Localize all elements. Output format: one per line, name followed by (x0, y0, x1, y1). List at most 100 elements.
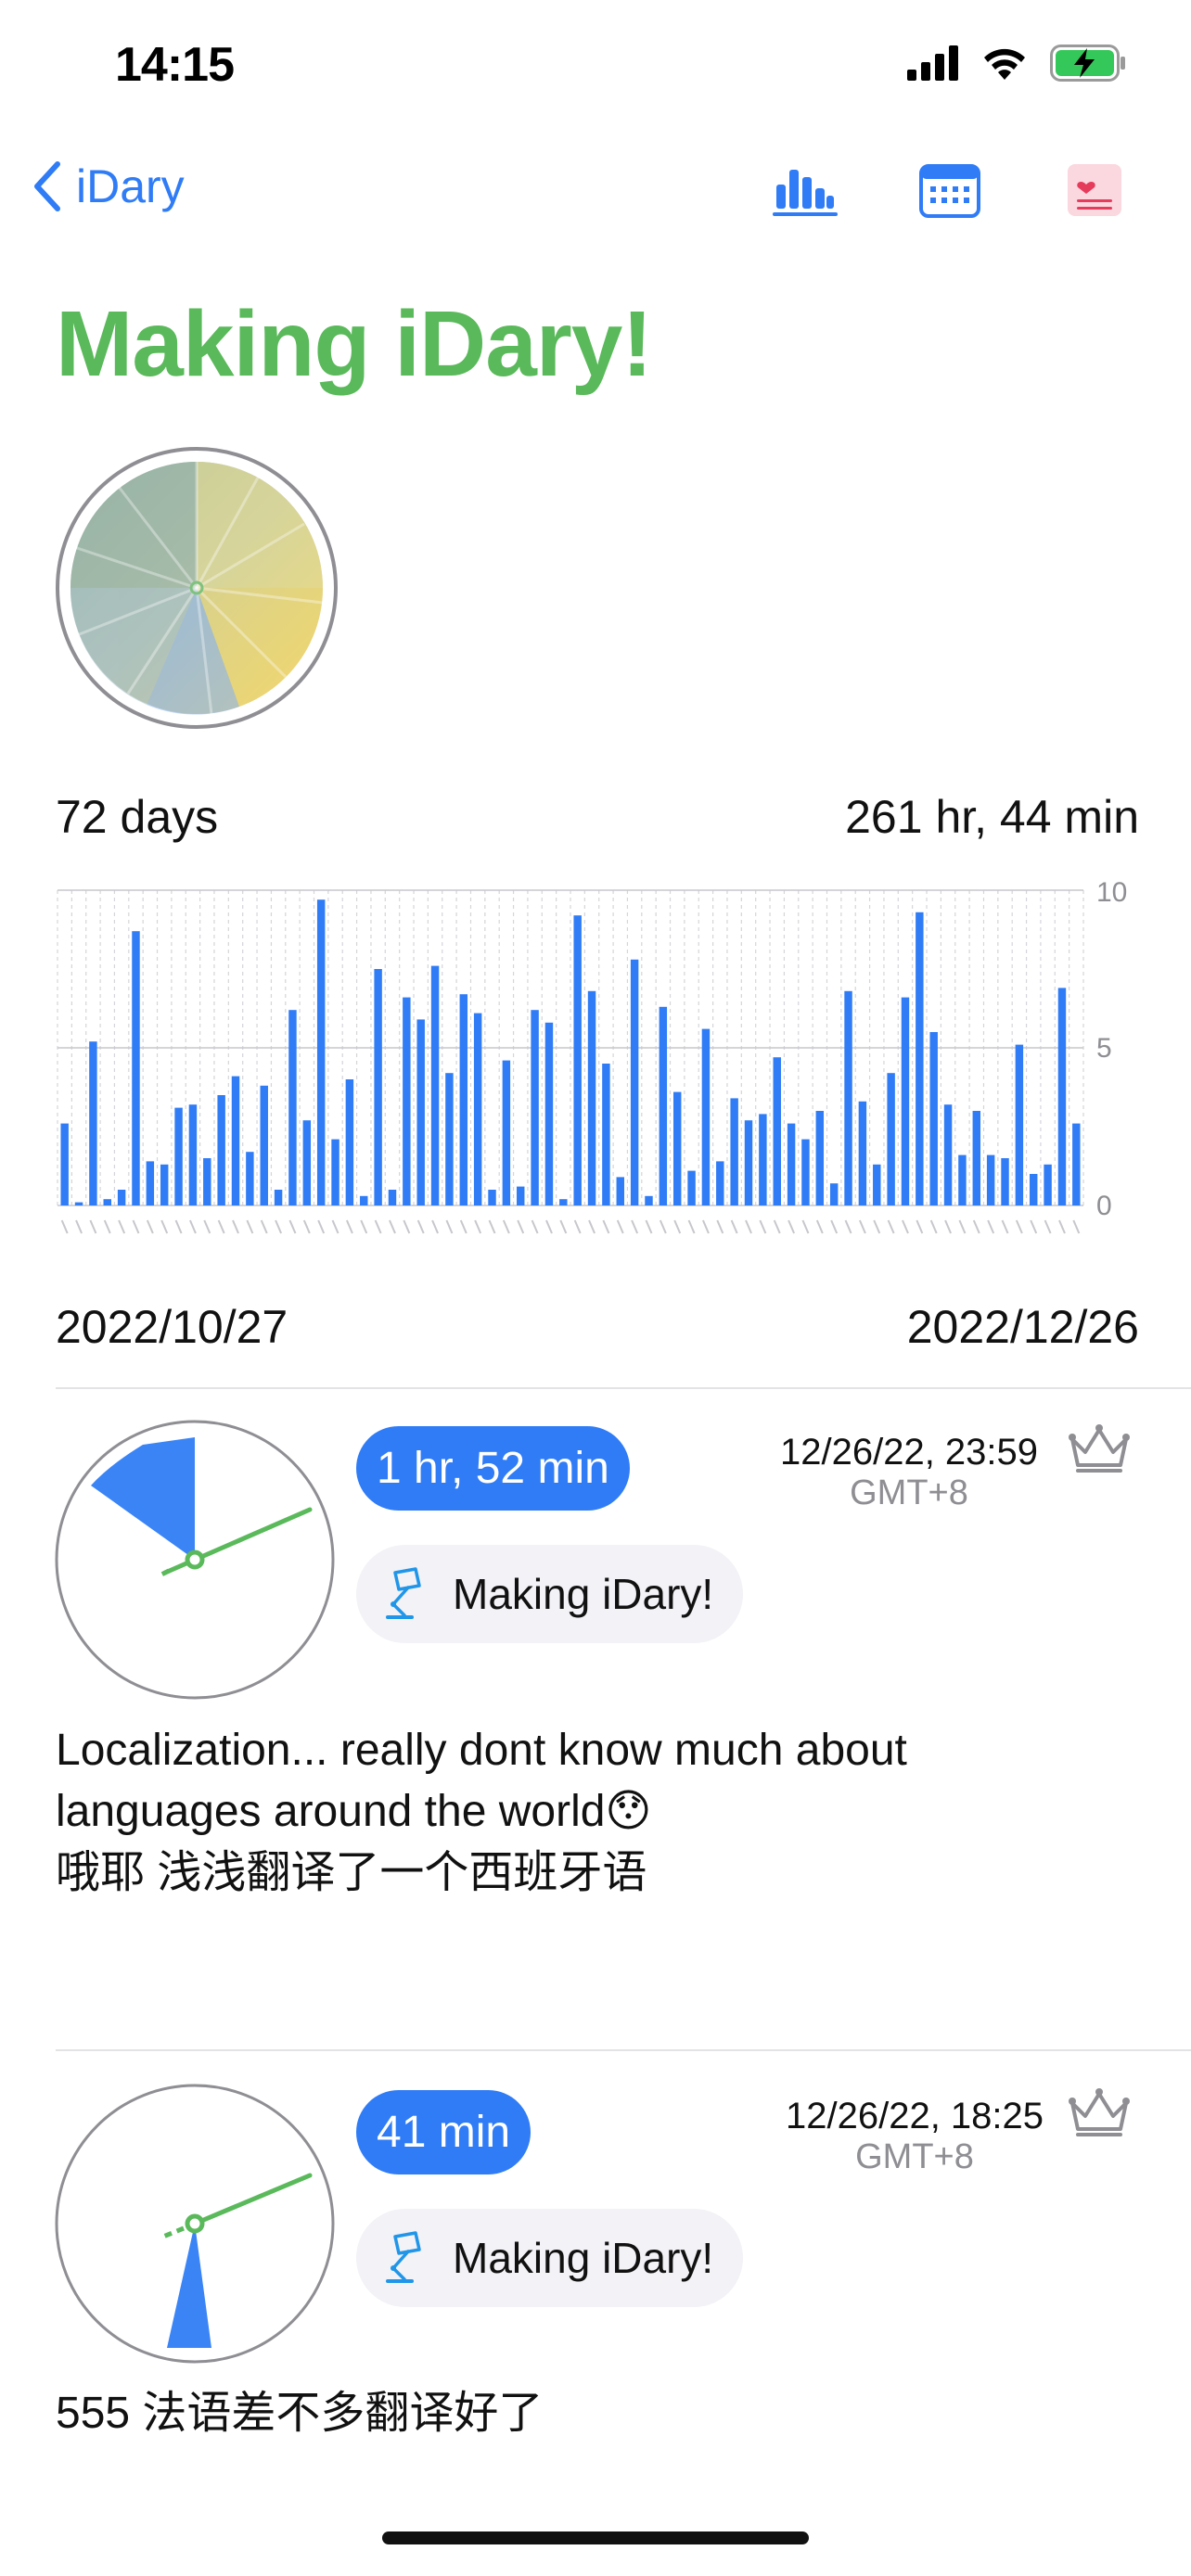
chart-x-tick (146, 1219, 154, 1234)
chart-x-tick (631, 1219, 639, 1234)
chart-bar (388, 1190, 397, 1205)
chart-bar (188, 1104, 198, 1205)
chart-x-tick (389, 1219, 396, 1234)
chart-x-tick (275, 1219, 283, 1234)
entry-datetime: 12/26/22, 18:25 GMT+8 (766, 2096, 1063, 2177)
home-indicator[interactable] (382, 2531, 809, 2544)
chart-x-tick (602, 1219, 610, 1234)
back-button[interactable]: iDary (32, 159, 185, 213)
entry-clock (54, 2083, 336, 2369)
chart-bar (744, 1120, 753, 1205)
chart-bar (929, 1032, 938, 1205)
chart-x-tick (1030, 1219, 1038, 1234)
chart-bar (1072, 1123, 1081, 1205)
chart-bar (986, 1154, 995, 1205)
chart-bar (416, 1019, 425, 1205)
chart-x-tick (232, 1219, 239, 1234)
chart-bar (716, 1161, 724, 1205)
page-title: Making iDary! (56, 292, 653, 396)
chart-x-tick (687, 1219, 696, 1234)
project-chip[interactable]: Making iDary! (356, 1545, 744, 1643)
chart-bar (858, 1101, 867, 1205)
chart-x-tick (916, 1219, 924, 1234)
chart-x-tick (902, 1219, 909, 1234)
chart-bar (1015, 1044, 1024, 1205)
chart-bar (958, 1154, 967, 1205)
chart-bar (1044, 1164, 1052, 1205)
chart-bar (815, 1111, 825, 1205)
chart-bar (559, 1199, 568, 1205)
entry-date: 12/26/22, 18:25 (785, 2096, 1044, 2136)
chart-x-tick (75, 1219, 83, 1234)
divider (56, 2049, 1191, 2051)
back-label: iDary (76, 160, 185, 212)
chart-x-tick (132, 1219, 140, 1234)
project-chip-label: Making iDary! (453, 1570, 714, 1618)
chart-bar (787, 1123, 796, 1205)
crown-icon (1069, 1424, 1130, 1473)
journal-button[interactable] (1059, 159, 1130, 221)
statistics-button[interactable] (770, 159, 840, 221)
chart-bar (659, 1006, 668, 1205)
chart-x-tick (645, 1219, 653, 1234)
duration-badge[interactable]: 1 hr, 52 min (356, 1426, 630, 1511)
status-time: 14:15 (115, 38, 235, 92)
chart-bar (502, 1060, 511, 1205)
chart-bar (873, 1164, 881, 1205)
entry-datetime: 12/26/22, 23:59 GMT+8 (761, 1432, 1057, 1513)
chart-x-tick (1058, 1219, 1066, 1234)
chart-bar (943, 1104, 953, 1205)
chart-bar (488, 1190, 496, 1205)
chart-x-tick (573, 1219, 582, 1234)
chart-x-tick (474, 1219, 482, 1234)
chart-bar (544, 1022, 554, 1205)
chart-tick-label: 0 (1096, 1191, 1112, 1221)
chart-bar (403, 997, 411, 1205)
chart-bar (274, 1190, 283, 1205)
entry-note-line: 555 法语差不多翻译好了 (56, 2389, 544, 2438)
calendar-button[interactable] (915, 159, 985, 221)
chart-x-tick (972, 1219, 980, 1234)
duration-badge[interactable]: 41 min (356, 2090, 531, 2174)
chart-bar (844, 990, 852, 1205)
chart-bar (1030, 1174, 1038, 1205)
chart-x-tick (844, 1219, 852, 1234)
chart-x-tick (588, 1219, 596, 1234)
chart-bar (887, 1073, 895, 1205)
project-chip[interactable]: Making iDary! (356, 2209, 744, 2307)
chart-x-tick (288, 1219, 297, 1234)
chart-x-tick (517, 1219, 525, 1234)
chart-x-tick (659, 1219, 667, 1234)
chart-bar (645, 1195, 653, 1205)
crown-button[interactable] (1067, 2086, 1132, 2143)
entry-note: 555 法语差不多翻译好了 (56, 2383, 543, 2444)
chart-x-tick (616, 1219, 624, 1234)
chart-x-tick (317, 1219, 326, 1234)
chart-x-tick (246, 1219, 254, 1234)
entry-note-line: Localization... really dont know much ab… (56, 1726, 907, 1775)
chart-bar (573, 915, 582, 1205)
chart-bar (160, 1164, 169, 1205)
chart-x-tick (445, 1219, 454, 1234)
range-start-date: 2022/10/27 (56, 1301, 288, 1353)
chart-x-tick (716, 1219, 724, 1234)
chart-x-tick (873, 1219, 881, 1234)
cellular-signal-icon (907, 45, 958, 81)
chart-bar (587, 990, 596, 1205)
chart-x-tick (1044, 1219, 1052, 1234)
chart-bar (773, 1057, 781, 1205)
crown-button[interactable] (1067, 1422, 1132, 1479)
chart-bar (203, 1158, 211, 1205)
chart-bar (374, 969, 382, 1205)
battery-charging-icon (1050, 45, 1125, 82)
chart-x-tick (929, 1219, 938, 1234)
chart-x-tick (302, 1219, 311, 1234)
chart-bar (531, 1010, 539, 1205)
entry-timezone: GMT+8 (850, 1473, 968, 1512)
chart-bar (117, 1190, 126, 1205)
chart-x-tick (416, 1219, 425, 1234)
days-count: 72 days (56, 791, 219, 843)
chart-tick-label: 5 (1096, 1033, 1112, 1064)
chart-x-tick (830, 1219, 839, 1234)
chart-bar (246, 1152, 254, 1205)
